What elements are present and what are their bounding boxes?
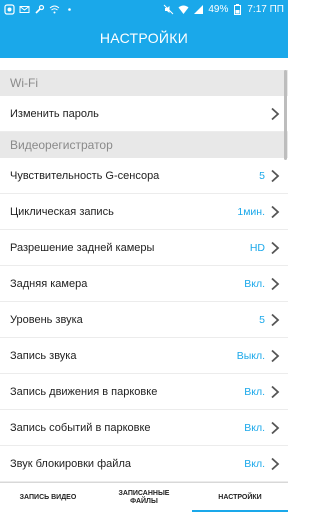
setting-label: Изменить пароль [10,107,99,120]
settings-list: Wi-Fi Изменить пароль Видеорегистратор Ч… [0,70,288,482]
clock: 7:17 ПП [247,3,284,15]
chevron-right-icon [270,421,280,435]
status-notifications [4,3,75,15]
setting-value: Вкл. [244,457,265,470]
status-bar: 49% 7:17 ПП [0,0,288,18]
setting-label: Уровень звука [10,313,83,326]
setting-value: Вкл. [244,277,265,290]
setting-label: Чувствительность G-сенсора [10,169,160,182]
cell-signal-icon [193,4,204,15]
setting-value: Вкл. [244,421,265,434]
chevron-right-icon [270,169,280,183]
setting-value: 5 [259,169,265,182]
app-bar: НАСТРОЙКИ [0,18,288,58]
tab-label: ЗАПИСАННЫЕ ФАЙЛЫ [118,489,170,505]
mute-icon [163,4,174,15]
setting-parking-motion-recording[interactable]: Запись движения в парковке Вкл. [0,374,288,410]
battery-percent: 49% [208,3,229,15]
more-notifications-icon [64,4,75,15]
chevron-right-icon [270,277,280,291]
setting-value: HD [249,241,265,254]
chevron-right-icon [270,313,280,327]
chevron-right-icon [270,457,280,471]
mail-icon [19,4,30,15]
setting-label: Задняя камера [10,277,88,290]
setting-change-password[interactable]: Изменить пароль [0,96,288,132]
setting-parking-event-recording[interactable]: Запись событий в парковке Вкл. [0,410,288,446]
app-notification-icon [4,3,15,15]
chevron-right-icon [270,241,280,255]
status-system: 49% 7:17 ПП [163,3,284,15]
scrollbar[interactable] [284,70,287,160]
setting-file-lock-sound[interactable]: Звук блокировки файла Вкл. [0,446,288,482]
setting-value: Выкл. [236,349,265,362]
setting-audio-recording[interactable]: Запись звука Выкл. [0,338,288,374]
tab-settings[interactable]: НАСТРОЙКИ [192,483,288,512]
tab-label: НАСТРОЙКИ [218,493,262,501]
tab-recorded-files[interactable]: ЗАПИСАННЫЕ ФАЙЛЫ [96,483,192,512]
section-header-wifi: Wi-Fi [0,70,288,96]
setting-rear-camera[interactable]: Задняя камера Вкл. [0,266,288,302]
setting-label: Звук блокировки файла [10,457,131,470]
setting-value: Вкл. [244,385,265,398]
section-title: Wi-Fi [10,76,38,90]
chevron-right-icon [270,385,280,399]
wifi-icon [49,4,60,15]
section-header-dashcam: Видеорегистратор [0,132,288,158]
chevron-right-icon [270,107,280,121]
tab-label: ЗАПИСЬ ВИДЕО [19,493,77,501]
setting-label: Разрешение задней камеры [10,241,155,254]
bottom-nav: ЗАПИСЬ ВИДЕО ЗАПИСАННЫЕ ФАЙЛЫ НАСТРОЙКИ [0,482,288,512]
page-title: НАСТРОЙКИ [99,30,189,46]
chevron-right-icon [270,205,280,219]
setting-rear-camera-resolution[interactable]: Разрешение задней камеры HD [0,230,288,266]
wrench-icon [34,4,45,15]
setting-label: Циклическая запись [10,205,114,218]
setting-label: Запись событий в парковке [10,421,151,434]
setting-g-sensor-sensitivity[interactable]: Чувствительность G-сенсора 5 [0,158,288,194]
battery-icon [232,3,243,15]
wifi-signal-icon [178,4,189,15]
chevron-right-icon [270,349,280,363]
setting-label: Запись движения в парковке [10,385,158,398]
section-title: Видеорегистратор [10,138,113,152]
setting-label: Запись звука [10,349,77,362]
setting-value: 1мин. [237,205,265,218]
setting-loop-recording[interactable]: Циклическая запись 1мин. [0,194,288,230]
setting-value: 5 [259,313,265,326]
setting-sound-level[interactable]: Уровень звука 5 [0,302,288,338]
tab-record-video[interactable]: ЗАПИСЬ ВИДЕО [0,483,96,512]
